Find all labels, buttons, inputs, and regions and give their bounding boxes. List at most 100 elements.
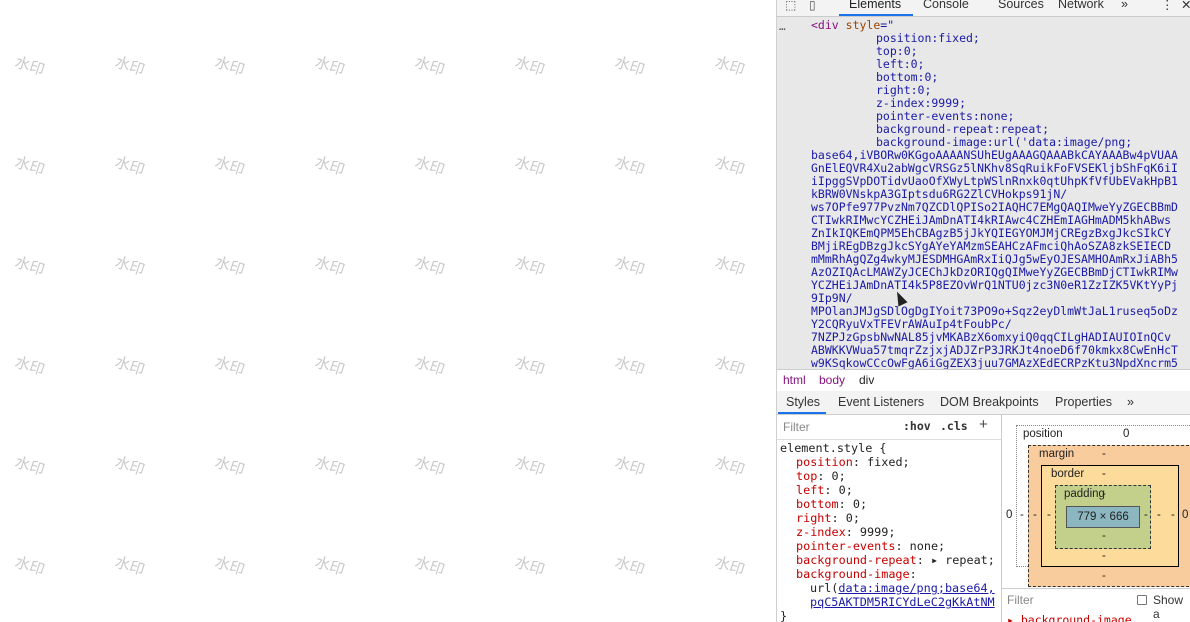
style-declaration[interactable]: right: 0;: [796, 511, 860, 525]
tab-console[interactable]: Console: [923, 0, 969, 11]
style-property-name[interactable]: background-image: [796, 567, 910, 581]
data-url-link[interactable]: data:image/png;base64,: [838, 581, 994, 595]
watermark-text: 水印: [12, 552, 47, 580]
watermark-text: 水印: [612, 52, 647, 80]
inspect-cursor-icon[interactable]: ⬚: [785, 0, 796, 12]
rule-close-brace: }: [780, 609, 788, 622]
style-property-value[interactable]: none;: [903, 539, 946, 553]
watermark-text: 水印: [512, 452, 547, 480]
tab-network[interactable]: Network: [1058, 0, 1104, 11]
cls-toggle[interactable]: .cls: [940, 419, 968, 433]
style-property-name[interactable]: top: [796, 469, 817, 483]
style-property-name[interactable]: pointer-events: [796, 539, 895, 553]
style-declaration[interactable]: background-repeat: ▸ repeat;: [796, 553, 995, 567]
base64-line[interactable]: w9KSqkowCCcOwFgA6iGgZEX3juu7GMAzXEdECRPz…: [811, 357, 1178, 370]
elements-tree[interactable]: … <div style=" position:fixed; top:0; left…: [777, 17, 1190, 369]
watermark-text: 水印: [612, 452, 647, 480]
watermark-text: 水印: [412, 52, 447, 80]
colon: :: [852, 455, 860, 469]
style-declaration[interactable]: background-image:: [796, 567, 917, 581]
border-label: border: [1051, 468, 1085, 480]
style-declaration[interactable]: left: 0;: [796, 483, 853, 497]
base64-line[interactable]: YCZHEiJAmDnATI4k5P8EZOvWrQ1NTU0jzc3N0eR1…: [811, 279, 1178, 292]
styles-filter-bar: Filter :hov .cls +: [777, 415, 1001, 440]
styles-filter-input[interactable]: Filter: [783, 420, 810, 434]
watermark-text: 水印: [312, 452, 347, 480]
tab-dom-breakpoints[interactable]: DOM Breakpoints: [940, 395, 1039, 409]
style-property-value[interactable]: 0;: [846, 497, 867, 511]
breadcrumb-body[interactable]: body: [819, 373, 845, 387]
watermark-text: 水印: [412, 252, 447, 280]
watermark-text: 水印: [312, 52, 347, 80]
more-tabs-button[interactable]: »: [1121, 0, 1128, 11]
tab-event-listeners[interactable]: Event Listeners: [838, 395, 924, 409]
tab-properties[interactable]: Properties: [1055, 395, 1112, 409]
watermark-text: 水印: [212, 452, 247, 480]
style-property-name[interactable]: right: [796, 511, 832, 525]
style-property-name[interactable]: position: [796, 455, 853, 469]
hov-toggle[interactable]: :hov: [903, 419, 931, 433]
style-declaration[interactable]: position: fixed;: [796, 455, 910, 469]
style-property-value[interactable]: 9999;: [853, 525, 896, 539]
padding-top-value: -: [1102, 488, 1106, 500]
tab-elements[interactable]: Elements: [849, 0, 901, 11]
device-toggle-icon[interactable]: ▯: [809, 0, 816, 12]
style-property-name[interactable]: background-repeat: [796, 553, 917, 567]
computed-background-image[interactable]: ▸ background-image: [1007, 613, 1132, 622]
active-tab-indicator: [839, 14, 913, 16]
style-property-name[interactable]: bottom: [796, 497, 839, 511]
breadcrumb-div[interactable]: div: [859, 373, 874, 387]
margin-label: margin: [1039, 448, 1075, 460]
ellipsis-icon[interactable]: …: [779, 20, 786, 33]
tab-sources[interactable]: Sources: [998, 0, 1044, 11]
style-property-name[interactable]: left: [796, 483, 824, 497]
watermark-text: 水印: [312, 152, 347, 180]
style-property-value[interactable]: fixed;: [860, 455, 910, 469]
border-bottom-value: -: [1102, 550, 1106, 562]
computed-pane: Filter Show a ▸ background-image: [1002, 588, 1190, 622]
tab-styles[interactable]: Styles: [786, 395, 820, 409]
watermark-text: 水印: [112, 552, 147, 580]
show-all-checkbox[interactable]: [1137, 595, 1147, 605]
watermark-text: 水印: [512, 52, 547, 80]
watermark-text: 水印: [412, 352, 447, 380]
style-property-value[interactable]: 0;: [839, 511, 860, 525]
style-property-value[interactable]: 0;: [832, 483, 853, 497]
close-icon[interactable]: ✕: [1181, 0, 1190, 12]
breadcrumb-html[interactable]: html: [783, 373, 806, 387]
border-top-value: -: [1102, 468, 1106, 480]
watermark-text: 水印: [512, 352, 547, 380]
computed-filter-input[interactable]: Filter: [1007, 593, 1034, 607]
position-value: 0: [1123, 428, 1130, 440]
style-declaration[interactable]: z-index: 9999;: [796, 525, 895, 539]
devtools-tabbar: ⬚ ▯ Elements Console Sources Network » ⋮…: [777, 0, 1190, 17]
watermark-text: 水印: [212, 552, 247, 580]
watermark-text: 水印: [312, 252, 347, 280]
menu-icon[interactable]: ⋮: [1161, 0, 1174, 12]
colon: :: [824, 483, 832, 497]
url-prefix: url(: [810, 581, 839, 595]
colon: :: [838, 497, 846, 511]
styles-more-button[interactable]: »: [1127, 395, 1134, 409]
watermark-text: 水印: [12, 452, 47, 480]
style-property-value[interactable]: 0;: [824, 469, 846, 483]
style-property-value[interactable]: ▸ repeat;: [924, 553, 995, 567]
colon: :: [909, 567, 917, 581]
watermark-text: 水印: [412, 452, 447, 480]
show-all-label: Show a: [1153, 593, 1184, 621]
style-declaration[interactable]: top: 0;: [796, 469, 846, 483]
watermark-text: 水印: [12, 252, 47, 280]
watermark-text: 水印: [612, 252, 647, 280]
style-declaration[interactable]: pointer-events: none;: [796, 539, 945, 553]
watermark-text: 水印: [112, 252, 147, 280]
add-rule-button[interactable]: +: [979, 416, 988, 433]
style-property-name[interactable]: z-index: [796, 525, 846, 539]
watermark-text: 水印: [612, 152, 647, 180]
watermark-text: 水印: [212, 52, 247, 80]
position-label: position: [1023, 428, 1063, 440]
devtools-panel: ⬚ ▯ Elements Console Sources Network » ⋮…: [776, 0, 1190, 622]
margin-bottom-value: -: [1102, 570, 1106, 582]
margin-left-value: -: [1020, 509, 1024, 521]
style-declaration[interactable]: bottom: 0;: [796, 497, 867, 511]
data-url-link-continued[interactable]: pqC5AKTDM5RICYdLeC2gKkAtNM: [810, 595, 995, 609]
